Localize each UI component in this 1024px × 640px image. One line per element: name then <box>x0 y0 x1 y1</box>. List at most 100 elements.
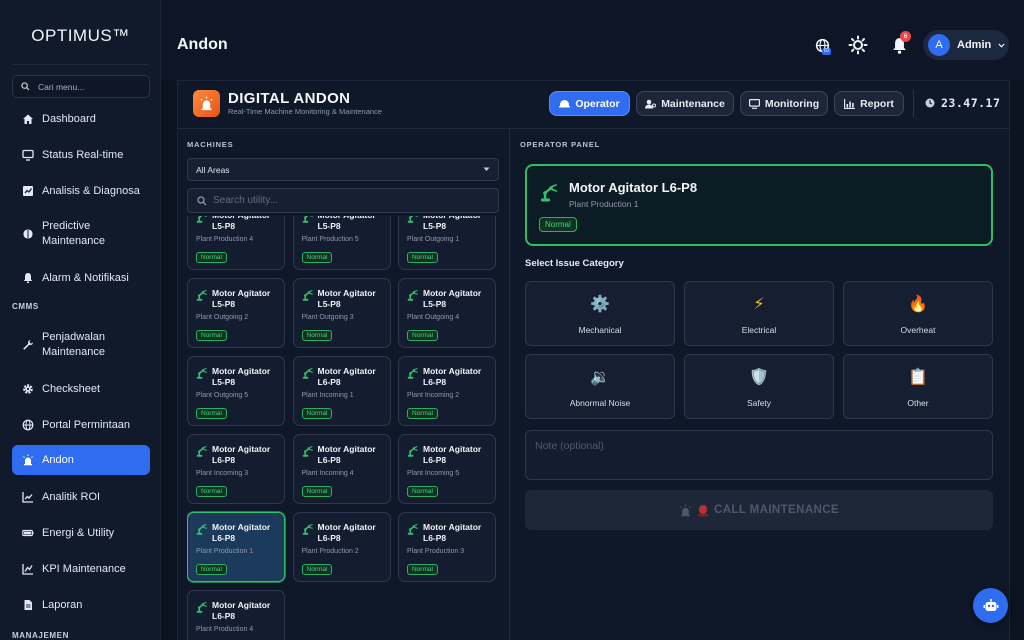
machine-name: Motor Agitator L5-P8 <box>423 216 481 231</box>
machine-card[interactable]: Motor Agitator L5-P8 Plant Production 4 No… <box>187 216 285 270</box>
status-badge: Normal <box>301 564 333 575</box>
machine-card[interactable]: Motor Agitator L6-P8 Plant Incoming 2 Norm… <box>398 356 496 426</box>
chatbot-button[interactable] <box>973 588 1008 623</box>
sidebar-item-label: Analitik ROI <box>42 490 101 503</box>
sidebar-item-portal[interactable]: Portal Permintaan <box>12 416 150 434</box>
section-manajemen: MANAJEMEN <box>12 631 69 640</box>
theme-toggle-button[interactable] <box>848 35 868 55</box>
avatar: A <box>928 34 950 56</box>
chevron-down-icon <box>998 43 1005 48</box>
issue-overheat-button[interactable]: 🔥 Overheat <box>843 281 993 346</box>
sidebar-item-laporan[interactable]: Laporan <box>12 596 150 614</box>
machine-card[interactable]: Motor Agitator L5-P8 Plant Outgoing 3 Norm… <box>292 278 391 348</box>
clock-time: 23.47.17 <box>941 96 1001 110</box>
issue-abnormal-noise-button[interactable]: 🔉 Abnormal Noise <box>525 354 675 419</box>
machine-card[interactable]: Motor Agitator L5-P8 Plant Outgoing 1 Norm… <box>398 216 496 270</box>
sidebar-item-kpi[interactable]: KPI Maintenance <box>12 560 150 578</box>
machine-name: Motor Agitator L6-P8 <box>317 522 376 543</box>
machine-name: Motor Agitator L5-P8 <box>423 288 482 309</box>
machine-location: Plant Incoming 3 <box>196 470 249 477</box>
machine-search-input[interactable] <box>213 195 483 206</box>
area-filter-select[interactable]: All Areas <box>187 158 499 181</box>
user-menu-button[interactable]: A Admin <box>923 30 1009 60</box>
issue-mechanical-button[interactable]: ⚙️ Mechanical <box>525 281 675 346</box>
robot-arm-icon <box>196 368 208 379</box>
globe-icon <box>22 419 34 431</box>
bar-chart-icon <box>844 98 856 109</box>
tab-label: Report <box>860 97 894 110</box>
machine-location: Plant Incoming 5 <box>407 470 460 477</box>
machine-location: Plant Incoming 2 <box>407 392 460 399</box>
sidebar-item-energi[interactable]: Energi & Utility <box>12 524 150 542</box>
sidebar-item-roi[interactable]: Analitik ROI <box>12 488 150 506</box>
issue-other-button[interactable]: 📋 Other <box>843 354 993 419</box>
search-icon <box>197 195 207 206</box>
robot-arm-icon <box>302 524 314 535</box>
machine-search[interactable] <box>187 188 499 213</box>
machine-card[interactable]: Motor Agitator L6-P8 Plant Production 3 No… <box>398 512 496 582</box>
sidebar-item-status-realtime[interactable]: Status Real-time <box>12 146 150 164</box>
machine-name: Motor Agitator L6-P8 <box>212 600 271 621</box>
sidebar-item-checksheet[interactable]: Checksheet <box>12 380 150 398</box>
sidebar-item-andon[interactable]: Andon <box>12 445 150 475</box>
robot-arm-icon <box>407 446 419 457</box>
robot-arm-icon <box>302 446 314 457</box>
kpi-icon <box>22 563 34 575</box>
machine-location: Plant Production 5 <box>301 236 359 243</box>
call-maintenance-label: CALL MAINTENANCE <box>713 504 840 516</box>
sidebar-item-analisis[interactable]: Analisis & Diagnosa <box>12 182 150 200</box>
sidebar: OPTIMUS™ Dashboard Status Real-time Anal… <box>0 0 161 640</box>
machine-card[interactable]: Motor Agitator L6-P8 Plant Incoming 3 Norm… <box>187 434 285 504</box>
tab-monitoring[interactable]: Monitoring <box>740 91 828 116</box>
machine-card[interactable]: Motor Agitator L6-P8 Plant Incoming 4 Norm… <box>292 434 391 504</box>
machine-location: Plant Outgoing 4 <box>407 314 460 321</box>
andon-logo <box>193 90 220 117</box>
sidebar-item-label: Andon <box>42 453 74 466</box>
robot-arm-icon <box>407 368 419 379</box>
menu-search[interactable] <box>12 75 150 98</box>
machine-card[interactable]: Motor Agitator L6-P8Plant Production 4No… <box>187 590 285 640</box>
sidebar-item-label: Penjadwalan Maintenance <box>42 331 105 358</box>
machine-card[interactable]: Motor Agitator L6-P8 Plant Incoming 5 Norm… <box>398 434 496 504</box>
clipboard-icon: 📋 <box>908 369 928 386</box>
user-gear-icon <box>645 99 657 109</box>
note-field[interactable] <box>525 430 993 480</box>
machine-card[interactable]: Motor Agitator L5-P8 Plant Production 5 No… <box>292 216 391 270</box>
tab-report[interactable]: Report <box>834 91 904 116</box>
robot-arm-icon <box>196 602 208 613</box>
sidebar-item-label: Status Real-time <box>42 148 124 161</box>
machine-card[interactable]: Motor Agitator L6-P8 Plant Production 1 No… <box>187 512 285 582</box>
alarm-light-icon <box>697 504 708 517</box>
tab-operator[interactable]: Operator <box>549 91 630 116</box>
robot-arm-icon <box>407 524 419 535</box>
lightning-icon: ⚡ <box>753 296 765 313</box>
call-maintenance-button[interactable]: CALL MAINTENANCE <box>525 490 993 530</box>
sidebar-item-label: Analisis & Diagnosa <box>42 184 140 197</box>
machine-card[interactable]: Motor Agitator L5-P8 Plant Outgoing 4 Norm… <box>398 278 496 348</box>
machine-name: Motor Agitator L5-P8 <box>317 216 376 231</box>
sidebar-item-label: Dashboard <box>42 112 96 125</box>
tab-label: Monitoring <box>764 97 820 110</box>
selected-machine-name: Motor Agitator L6-P8 <box>569 180 698 195</box>
sidebar-item-penjadwalan[interactable]: Penjadwalan Maintenance <box>12 329 150 361</box>
page-title: Andon <box>177 36 228 53</box>
sidebar-item-dashboard[interactable]: Dashboard <box>12 110 150 128</box>
machine-card[interactable]: Motor Agitator L5-P8 Plant Outgoing 2 Norm… <box>187 278 285 348</box>
machine-location: Plant Outgoing 1 <box>407 236 460 243</box>
issue-safety-button[interactable]: 🛡️ Safety <box>684 354 834 419</box>
section-cmms: CMMS <box>12 302 39 311</box>
menu-search-input[interactable] <box>38 81 134 92</box>
machine-card[interactable]: Motor Agitator L6-P8 Plant Production 2 No… <box>292 512 391 582</box>
machine-card[interactable]: Motor Agitator L6-P8 Plant Incoming 1 Norm… <box>292 356 391 426</box>
machine-location: Plant Incoming 4 <box>301 470 354 477</box>
issue-electrical-button[interactable]: ⚡ Electrical <box>684 281 834 346</box>
sidebar-item-predictive[interactable]: Predictive Maintenance <box>12 218 150 250</box>
issue-label: Mechanical <box>578 325 622 335</box>
machine-card[interactable]: Motor Agitator L5-P8 Plant Outgoing 5 Norm… <box>187 356 285 426</box>
note-input[interactable] <box>535 440 983 470</box>
operator-panel-label: OPERATOR PANEL <box>520 140 600 149</box>
sidebar-item-alarm[interactable]: Alarm & Notifikasi <box>12 269 150 287</box>
sidebar-item-label: Checksheet <box>42 382 101 395</box>
tab-maintenance[interactable]: Maintenance <box>636 91 734 116</box>
machine-location: Plant Outgoing 5 <box>196 392 249 399</box>
